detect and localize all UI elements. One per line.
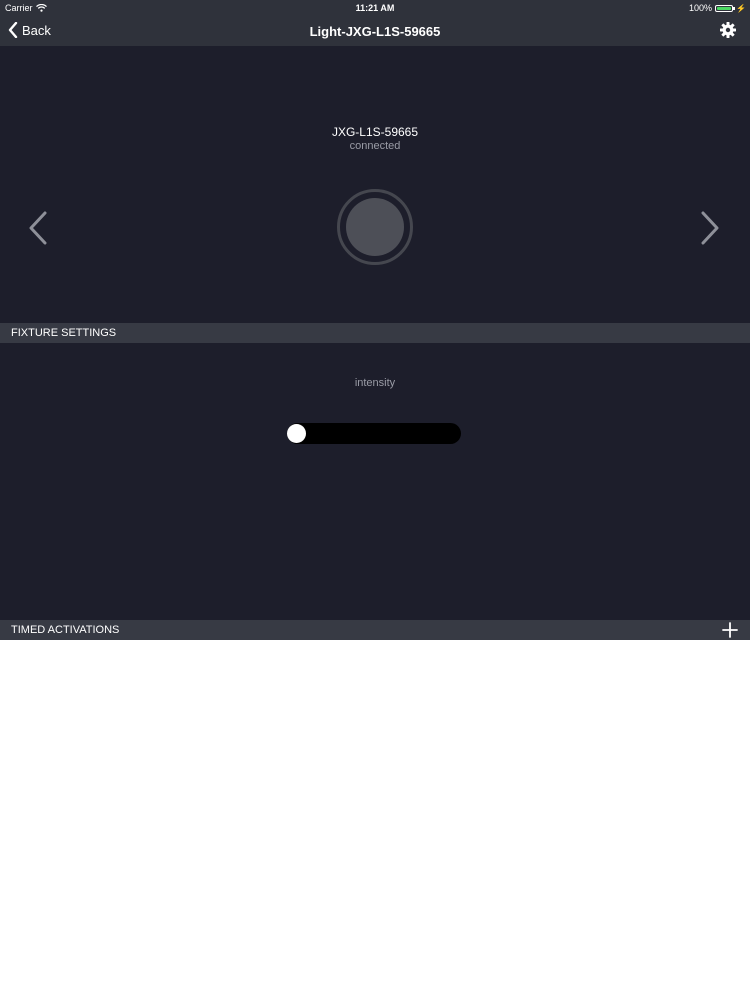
fixture-settings-header: FIXTURE SETTINGS xyxy=(0,323,750,343)
device-name: JXG-L1S-59665 xyxy=(331,125,419,139)
timed-activations-list xyxy=(0,640,750,1000)
power-toggle-button[interactable] xyxy=(337,189,413,265)
power-button-icon xyxy=(346,198,404,256)
battery-group: 100% ⚡ xyxy=(689,3,746,13)
back-label: Back xyxy=(22,22,51,38)
gear-icon xyxy=(720,22,736,38)
next-device-button[interactable] xyxy=(700,211,720,250)
timed-activations-header: TIMED ACTIVATIONS xyxy=(0,620,750,640)
chevron-left-icon xyxy=(29,211,47,245)
battery-icon xyxy=(715,4,736,12)
device-panel: JXG-L1S-59665 connected xyxy=(0,46,750,323)
back-button[interactable]: Back xyxy=(8,22,51,38)
timed-activations-label: TIMED ACTIVATIONS xyxy=(11,624,120,636)
plus-icon xyxy=(722,622,738,638)
previous-device-button[interactable] xyxy=(28,211,48,250)
intensity-label: intensity xyxy=(354,377,396,389)
page-title: Light-JXG-L1S-59665 xyxy=(309,24,441,39)
intensity-slider-thumb[interactable] xyxy=(287,424,306,443)
battery-percent: 100% xyxy=(689,3,713,13)
fixture-settings-label: FIXTURE SETTINGS xyxy=(11,327,117,339)
intensity-slider[interactable] xyxy=(287,423,461,444)
chevron-right-icon xyxy=(701,211,719,245)
fixture-settings-panel: intensity xyxy=(0,343,750,620)
chevron-left-icon xyxy=(8,22,18,38)
charging-bolt-icon: ⚡ xyxy=(736,3,746,13)
status-time: 11:21 AM xyxy=(355,3,395,13)
settings-button[interactable] xyxy=(720,22,736,43)
device-status: connected xyxy=(349,140,401,152)
status-bar: Carrier 11:21 AM 100% ⚡ xyxy=(0,0,750,16)
navigation-bar: Back Light-JXG-L1S-59665 xyxy=(0,16,750,46)
add-timed-activation-button[interactable] xyxy=(722,622,738,641)
